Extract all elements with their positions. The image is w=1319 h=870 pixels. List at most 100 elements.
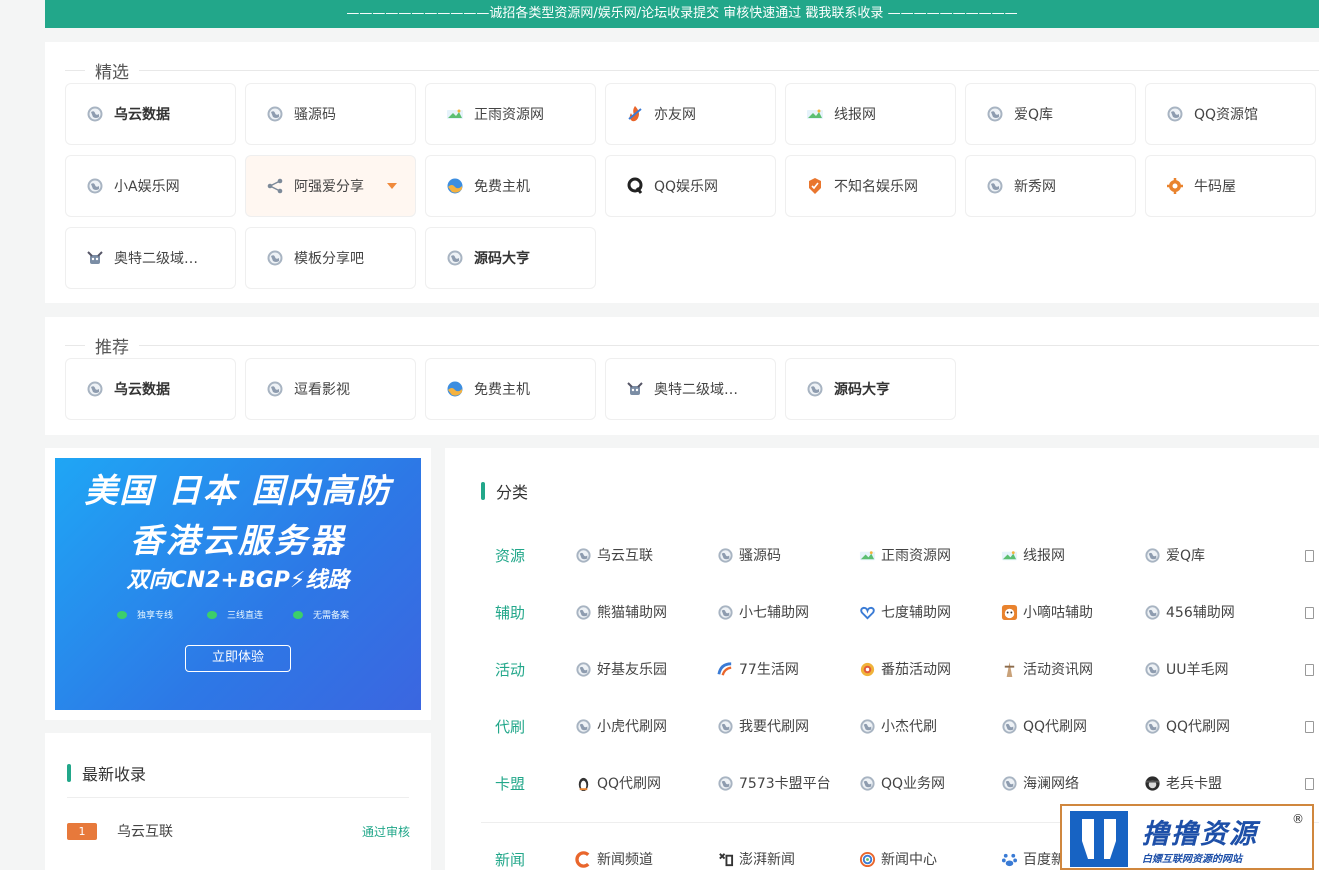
site-card[interactable]: 乌云数据 — [65, 358, 236, 420]
category-link-label: QQ代刷网 — [1166, 719, 1231, 735]
site-card-label: 源码大亨 — [834, 382, 890, 398]
category-link[interactable]: QQ代刷网 — [1001, 716, 1087, 736]
category-link[interactable]: 七度辅助网 — [859, 602, 951, 622]
category-link[interactable]: 乌云互联 — [575, 545, 653, 565]
category-link[interactable]: 新闻频道 — [575, 849, 653, 869]
site-card[interactable]: 线报网 — [785, 83, 956, 145]
category-link[interactable]: QQ代刷网 — [1144, 716, 1230, 736]
category-link[interactable]: 456辅助网 — [1144, 602, 1235, 622]
wave-icon — [447, 381, 463, 397]
latest-item[interactable]: 1 乌云互联 通过审核 — [67, 819, 410, 843]
site-card[interactable]: QQ资源馆 — [1145, 83, 1316, 145]
category-link[interactable]: 小虎代刷网 — [575, 716, 667, 736]
more-icon[interactable] — [1305, 664, 1314, 676]
more-icon[interactable] — [1305, 778, 1314, 790]
category-link[interactable]: 我要代刷网 — [717, 716, 809, 736]
site-card[interactable]: 爱Q库 — [965, 83, 1136, 145]
site-card-label: 骚源码 — [294, 107, 336, 123]
site-card[interactable]: 乌云数据 — [65, 83, 236, 145]
site-card[interactable]: 免费主机 — [425, 155, 596, 217]
category-link-label: 77生活网 — [739, 662, 799, 678]
category-label[interactable]: 资源 — [495, 545, 555, 566]
site-card[interactable]: 源码大亨 — [785, 358, 956, 420]
site-card[interactable]: QQ娱乐网 — [605, 155, 776, 217]
ad-feature: 三线直连 — [207, 608, 263, 621]
site-card[interactable]: 新秀网 — [965, 155, 1136, 217]
ad-banner[interactable]: 美国 日本 国内高防 香港云服务器 双向CN2+BGP⚡线路 独享专线 三线直连… — [55, 458, 421, 710]
site-card-label: 奥特二级域… — [114, 251, 198, 267]
more-icon[interactable] — [1305, 721, 1314, 733]
category-link[interactable]: 番茄活动网 — [859, 659, 951, 679]
category-label[interactable]: 活动 — [495, 659, 555, 680]
site-card[interactable]: 逗看影视 — [245, 358, 416, 420]
category-label[interactable]: 代刷 — [495, 716, 555, 737]
category-link[interactable]: 新闻中心 — [859, 849, 937, 869]
category-link[interactable]: 好基友乐园 — [575, 659, 667, 679]
site-card-label: 亦友网 — [654, 107, 696, 123]
site-card[interactable]: 亦友网 — [605, 83, 776, 145]
category-row: 辅助 熊猫辅助网 小七辅助网 七度辅助网 小嘀咕辅助 456辅助网 — [495, 600, 1319, 624]
leaf-icon — [117, 610, 127, 619]
gear-icon — [1167, 178, 1183, 194]
category-link[interactable]: 线报网 — [1001, 545, 1065, 565]
site-card-label: 线报网 — [834, 107, 876, 123]
category-label[interactable]: 新闻 — [495, 849, 555, 870]
site-card-label: 免费主机 — [474, 382, 530, 398]
site-card[interactable]: 不知名娱乐网 — [785, 155, 956, 217]
site-card-label: 新秀网 — [1014, 179, 1056, 195]
category-link[interactable]: 正雨资源网 — [859, 545, 951, 565]
site-card[interactable]: 正雨资源网 — [425, 83, 596, 145]
globe-icon — [718, 604, 733, 620]
face-icon — [1001, 604, 1018, 620]
robot-icon — [87, 251, 103, 264]
category-label[interactable]: 卡盟 — [495, 773, 555, 794]
site-card[interactable]: 牛码屋 — [1145, 155, 1316, 217]
category-link[interactable]: 熊猫辅助网 — [575, 602, 667, 622]
site-card[interactable]: 奥特二级域… — [65, 227, 236, 289]
category-link[interactable]: 小七辅助网 — [717, 602, 809, 622]
site-card[interactable]: 免费主机 — [425, 358, 596, 420]
logo-mark-icon — [1070, 811, 1128, 867]
globe-icon — [987, 106, 1003, 122]
more-icon[interactable] — [1305, 550, 1314, 562]
category-link[interactable]: QQ业务网 — [859, 773, 945, 793]
category-link[interactable]: QQ代刷网 — [575, 773, 661, 793]
more-icon[interactable] — [1305, 607, 1314, 619]
category-link[interactable]: 小杰代刷 — [859, 716, 937, 736]
category-link[interactable]: 澎湃新闻 — [717, 849, 795, 869]
ad-line2: 香港云服务器 — [130, 521, 346, 560]
category-link[interactable]: 7573卡盟平台 — [717, 773, 831, 793]
category-link[interactable]: 骚源码 — [717, 545, 781, 565]
ad-try-button[interactable]: 立即体验 — [185, 645, 291, 672]
watermark-logo: 撸撸资源 白嫖互联网资源的网站 ® — [1060, 804, 1314, 870]
category-link[interactable]: 77生活网 — [717, 659, 799, 679]
globe-icon — [807, 381, 823, 397]
site-card[interactable]: 小A娱乐网 — [65, 155, 236, 217]
category-link[interactable]: 小嘀咕辅助 — [1001, 602, 1093, 622]
top-banner[interactable]: ———————————诚招各类型资源网/娱乐网/论坛收录提交 审核快速通过 戳我… — [45, 0, 1319, 28]
latest-item-name[interactable]: 乌云互联 — [117, 821, 173, 841]
category-link-label: 海澜网络 — [1023, 776, 1079, 792]
category-link[interactable]: UU羊毛网 — [1144, 659, 1229, 679]
rank-badge: 1 — [67, 822, 97, 840]
category-link[interactable]: 海澜网络 — [1001, 773, 1079, 793]
site-card[interactable]: 模板分享吧 — [245, 227, 416, 289]
site-card[interactable]: 奥特二级域… — [605, 358, 776, 420]
site-card[interactable]: 阿强爱分享 — [245, 155, 416, 217]
globe-icon — [860, 775, 875, 791]
site-card-label: QQ娱乐网 — [654, 179, 719, 195]
c-logo-icon — [575, 850, 590, 868]
site-card[interactable]: 源码大亨 — [425, 227, 596, 289]
category-link-label: UU羊毛网 — [1166, 662, 1229, 678]
site-card[interactable]: 骚源码 — [245, 83, 416, 145]
chevron-down-icon[interactable] — [387, 183, 397, 189]
category-link-label: 正雨资源网 — [881, 548, 951, 564]
category-link[interactable]: 老兵卡盟 — [1144, 773, 1222, 793]
category-link[interactable]: 活动资讯网 — [1001, 659, 1093, 679]
category-label[interactable]: 辅助 — [495, 602, 555, 623]
category-link[interactable]: 爱Q库 — [1144, 545, 1205, 565]
category-link-label: QQ代刷网 — [1023, 719, 1088, 735]
flame-icon — [628, 106, 642, 122]
globe-icon — [576, 661, 591, 677]
category-link-label: QQ代刷网 — [597, 776, 662, 792]
